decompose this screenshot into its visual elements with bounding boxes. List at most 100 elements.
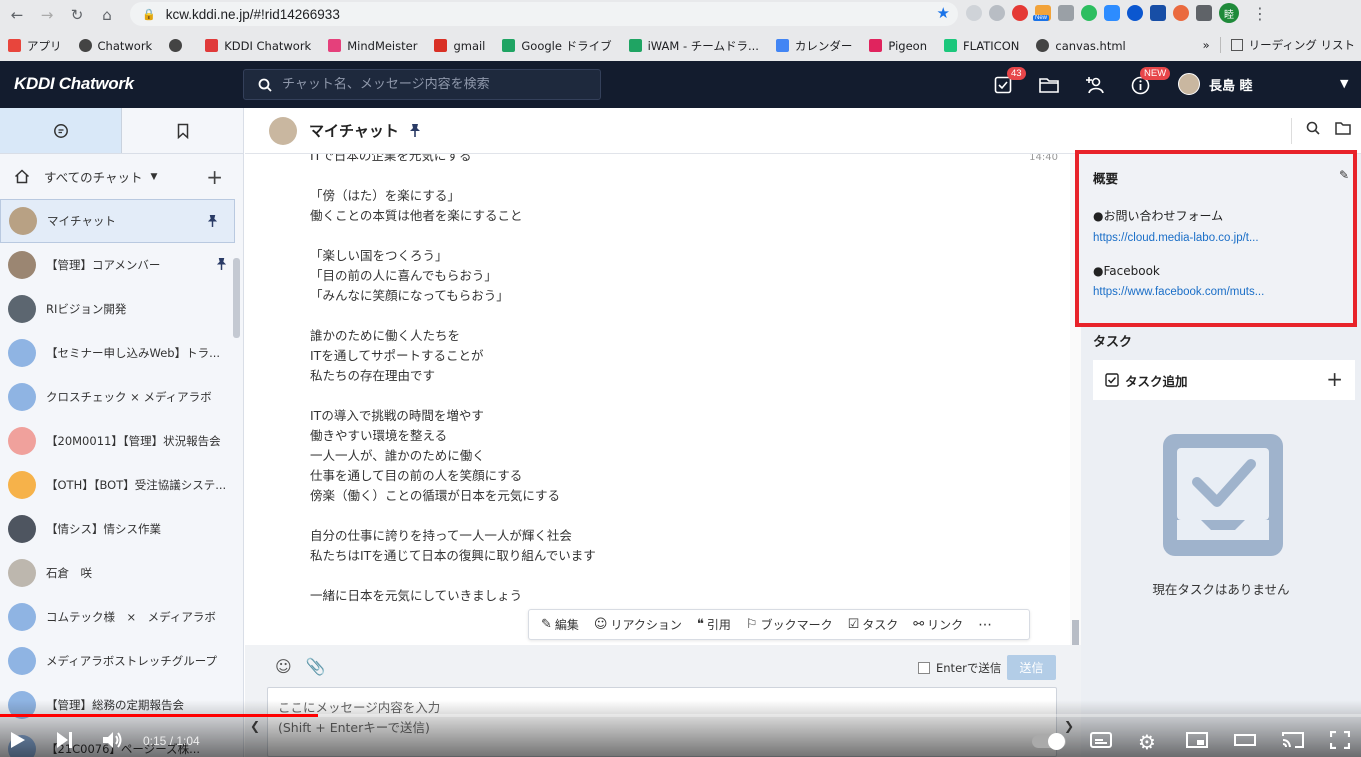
message-action-button[interactable]: ❝ 引用 <box>697 616 731 633</box>
gmail-icon <box>434 39 448 52</box>
divider <box>1219 37 1221 53</box>
tab-chats[interactable] <box>0 108 122 153</box>
folder-icon[interactable] <box>1335 121 1351 135</box>
reading-list-button[interactable]: リーディング リスト <box>1249 37 1355 53</box>
cast-icon[interactable] <box>1282 732 1304 748</box>
room-item[interactable]: クロスチェック × メディアラボ <box>0 375 243 419</box>
volume-icon[interactable] <box>102 731 124 749</box>
globe-icon <box>169 39 183 52</box>
message-action-button[interactable]: ✎ 編集 <box>541 616 579 633</box>
overview-link[interactable]: https://www.facebook.com/muts... <box>1093 286 1353 298</box>
extension-icon[interactable] <box>1127 5 1143 21</box>
message-action-button[interactable]: ☑ タスク <box>848 616 899 633</box>
all-chats-filter[interactable]: すべてのチャット ▼ + <box>0 154 243 199</box>
add-task-button[interactable]: タスク追加 + <box>1093 360 1355 400</box>
bookmark-item[interactable] <box>169 39 188 52</box>
room-item[interactable]: 【管理】コアメンバー <box>0 243 243 287</box>
task-icon[interactable]: 43 <box>992 67 1026 96</box>
app-logo[interactable]: KDDI Chatwork <box>14 74 134 94</box>
autoplay-toggle[interactable] <box>1032 733 1066 750</box>
message-action-button[interactable]: ☺ リアクション <box>594 616 682 633</box>
profile-avatar[interactable]: 睦 <box>1219 3 1239 23</box>
pin-icon[interactable] <box>207 214 218 232</box>
extension-icon[interactable] <box>1012 5 1028 21</box>
room-item[interactable]: コムテック様 × メディアラボ <box>0 595 243 639</box>
send-button[interactable]: 送信 <box>1007 655 1056 680</box>
emoji-icon[interactable]: ☺ <box>275 657 292 676</box>
user-menu[interactable]: 長島 睦 <box>1178 73 1253 95</box>
bookmark-item[interactable]: FLATICON <box>944 39 1019 53</box>
search-input[interactable] <box>282 77 582 92</box>
message-action-button[interactable]: ⚐ ブックマーク <box>746 616 833 633</box>
address-bar[interactable]: 🔒 kcw.kddi.ne.jp/#!rid14266933 ★ <box>130 2 958 26</box>
enter-send-checkbox[interactable] <box>918 662 930 674</box>
folder-icon[interactable] <box>1038 74 1060 96</box>
home-icon[interactable]: ⌂ <box>94 2 120 28</box>
theater-mode-icon[interactable] <box>1234 732 1256 748</box>
bookmark-item[interactable]: iWAM - チームドラ... <box>628 38 759 54</box>
room-name: マイチャット <box>47 214 116 228</box>
room-item[interactable]: 【セミナー申し込みWeb】トラ... <box>0 331 243 375</box>
link-icon: ⚯ <box>913 617 925 632</box>
room-item[interactable]: RIビジョン開発 <box>0 287 243 331</box>
play-icon[interactable] <box>10 731 26 749</box>
browser-menu-icon[interactable]: ⋮ <box>1252 4 1268 23</box>
bookmark-item[interactable]: MindMeister <box>328 39 417 53</box>
room-item[interactable]: 【OTH】【BOT】受注協議システ... <box>0 463 243 507</box>
edit-pencil-icon[interactable]: ✎ <box>1339 168 1349 182</box>
bookmarks-more-button[interactable]: » <box>1203 38 1210 52</box>
extension-icon[interactable] <box>1150 5 1166 21</box>
bookmark-item[interactable]: カレンダー <box>775 38 853 54</box>
bookmark-item[interactable]: gmail <box>434 39 485 53</box>
settings-gear-icon[interactable]: ⚙ <box>1138 730 1156 754</box>
room-item[interactable]: 【情シス】情シス作業 <box>0 507 243 551</box>
caret-down-icon[interactable]: ▼ <box>1340 77 1348 90</box>
bookmark-item[interactable]: Chatwork <box>78 39 152 53</box>
message-action-button[interactable]: ⚯ リンク <box>913 616 963 633</box>
room-item[interactable]: マイチャット <box>0 199 235 243</box>
next-icon[interactable] <box>56 731 74 749</box>
sidebar-scrollbar[interactable] <box>233 258 240 338</box>
room-avatar <box>8 251 36 279</box>
enter-send-toggle[interactable]: Enterで送信 <box>918 660 1001 676</box>
miniplayer-icon[interactable] <box>1186 732 1208 748</box>
bookmark-item[interactable]: アプリ <box>8 38 62 54</box>
bookmark-star-icon[interactable]: ★ <box>937 4 950 22</box>
bookmark-item[interactable]: Pigeon <box>869 39 927 53</box>
bookmark-item[interactable]: canvas.html <box>1036 39 1126 53</box>
overview-link[interactable]: https://cloud.media-labo.co.jp/t... <box>1093 232 1353 244</box>
evernote-icon[interactable] <box>1081 5 1097 21</box>
player-progress-bar[interactable] <box>0 714 1361 717</box>
subtitles-icon[interactable] <box>1090 732 1112 748</box>
attach-file-icon[interactable]: 📎 <box>306 657 326 676</box>
extension-icon[interactable] <box>966 5 982 21</box>
pin-icon[interactable] <box>216 257 227 275</box>
room-item[interactable]: 石倉 咲 <box>0 551 243 595</box>
room-item[interactable]: メディアラボストレッチグループ <box>0 639 243 683</box>
pin-icon[interactable] <box>409 123 421 138</box>
contacts-add-icon[interactable] <box>1084 74 1106 96</box>
room-item[interactable]: 【20M0011】【管理】状況報告会 <box>0 419 243 463</box>
reload-icon[interactable]: ↻ <box>64 2 90 28</box>
search-icon[interactable] <box>1306 121 1320 135</box>
search-box[interactable] <box>243 69 601 100</box>
apps-grid-icon <box>8 39 21 52</box>
extension-icon[interactable] <box>1173 5 1189 21</box>
add-chat-button[interactable]: + <box>206 165 223 189</box>
puzzle-icon[interactable] <box>1196 5 1212 21</box>
extension-icon[interactable] <box>989 5 1005 21</box>
camera-icon[interactable] <box>1058 5 1074 21</box>
info-icon[interactable]: NEW <box>1129 67 1171 96</box>
tab-bookmarks[interactable] <box>122 108 243 153</box>
bookmark-item[interactable]: KDDI Chatwork <box>205 39 311 53</box>
fullscreen-icon[interactable] <box>1330 731 1350 749</box>
bookmark-label: カレンダー <box>794 38 853 53</box>
extension-new-icon[interactable]: New <box>1033 5 1051 21</box>
scrollbar-thumb[interactable] <box>1072 620 1079 646</box>
bookmark-item[interactable]: Google ドライブ <box>502 38 612 54</box>
forward-arrow-icon[interactable]: → <box>34 2 60 28</box>
back-arrow-icon[interactable]: ← <box>4 2 30 28</box>
zoom-icon[interactable] <box>1104 5 1120 21</box>
more-actions-icon[interactable]: ⋯ <box>978 617 993 633</box>
reading-list-icon[interactable] <box>1230 39 1243 51</box>
